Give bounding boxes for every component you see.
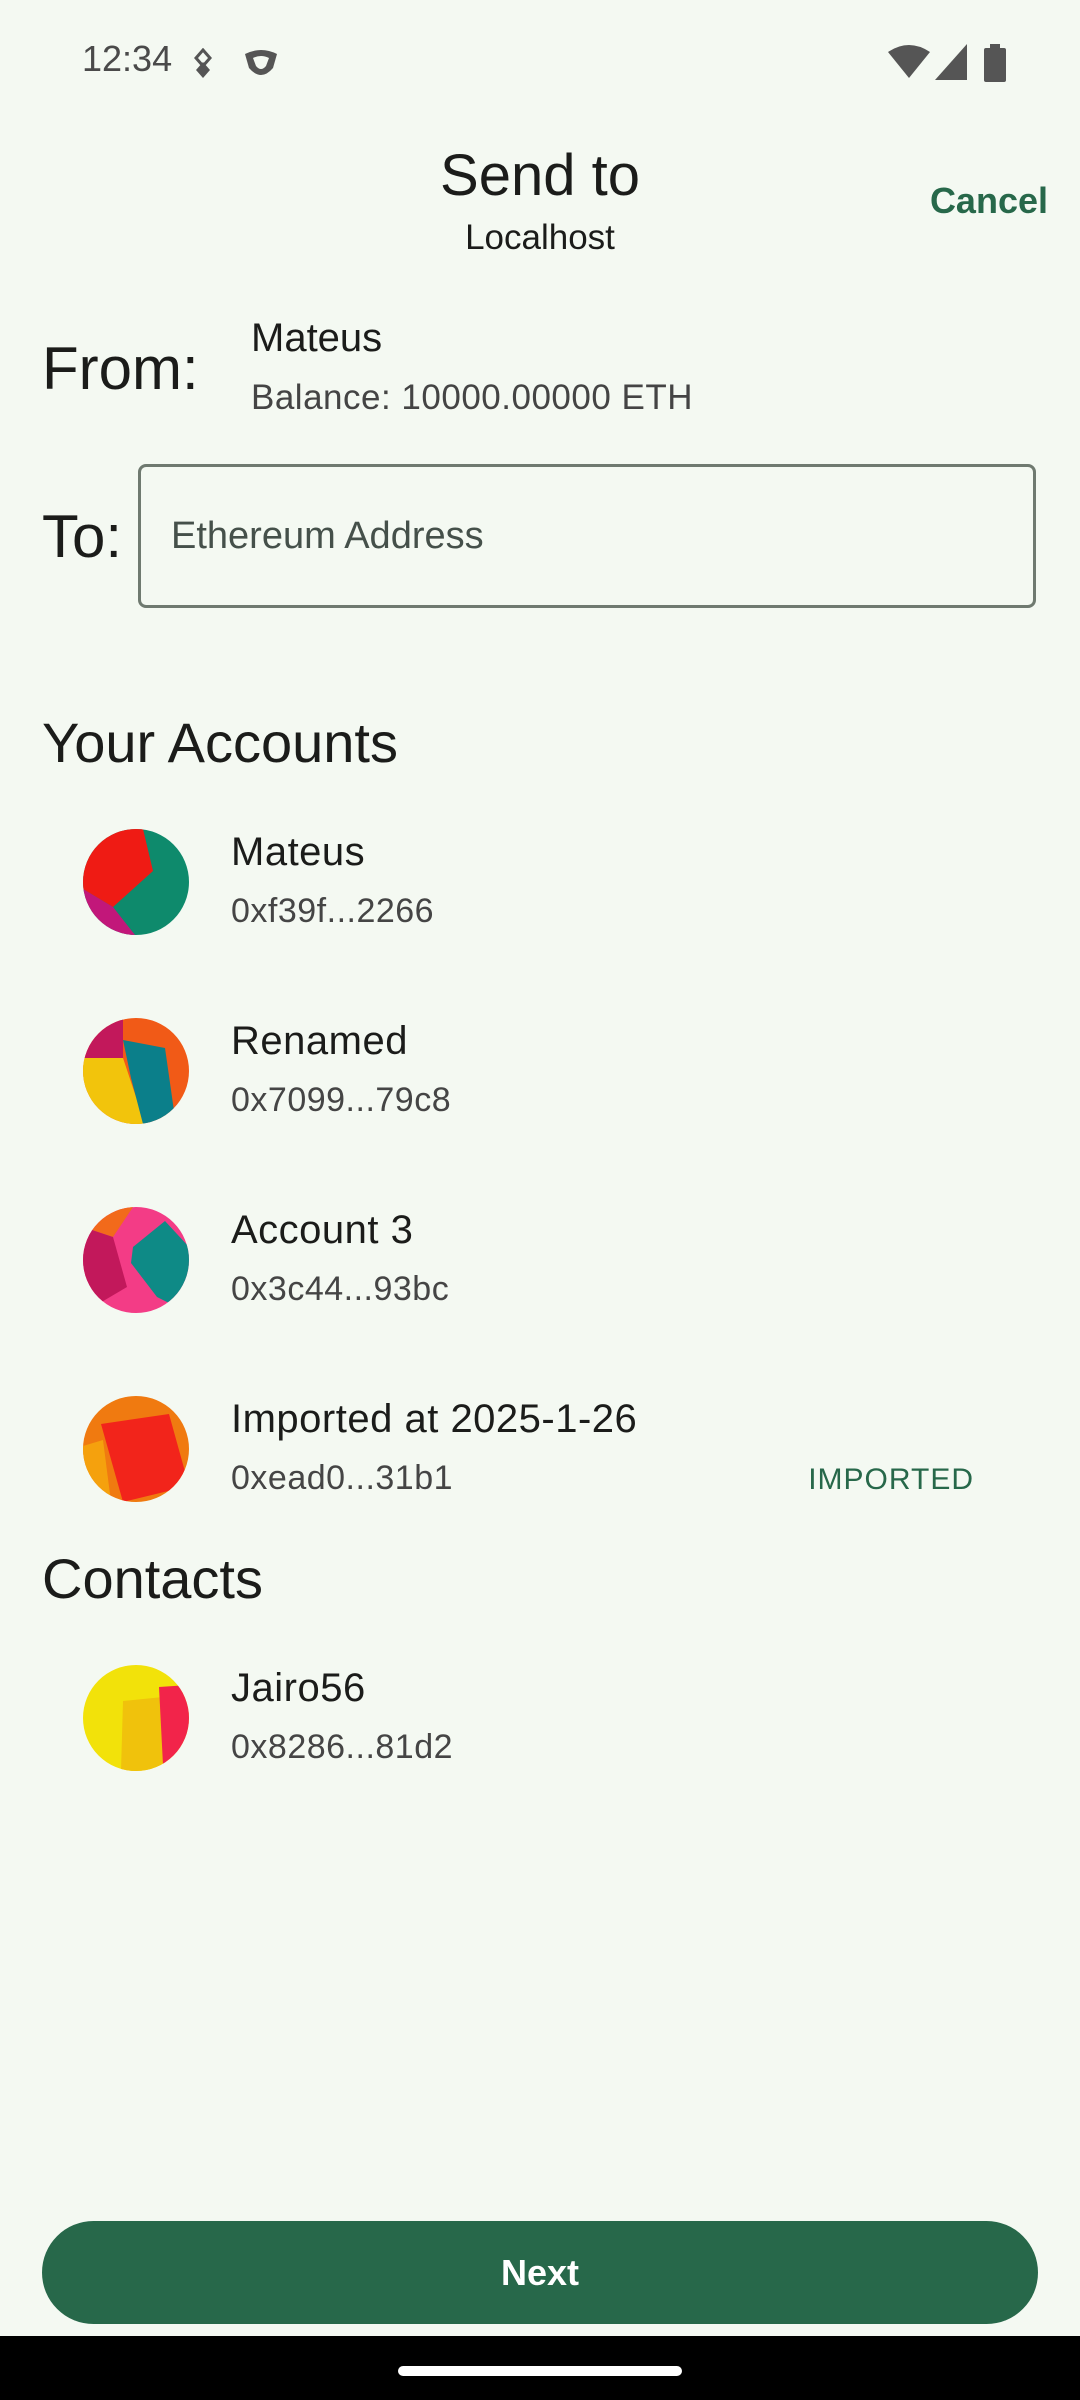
from-label: From:: [42, 335, 199, 402]
account-row[interactable]: Mateus 0xf39f...2266: [0, 800, 1080, 970]
from-account-name: Mateus: [251, 316, 383, 360]
contact-address: 0x8286...81d2: [231, 1728, 454, 1766]
account-avatar-icon: [83, 829, 189, 935]
account-name: Imported at 2025-1-26: [231, 1397, 638, 1441]
battery-icon: [984, 44, 1006, 82]
account-address: 0x7099...79c8: [231, 1081, 452, 1119]
account-name: Renamed: [231, 1019, 408, 1063]
account-address: 0xead0...31b1: [231, 1459, 454, 1497]
page-title: Send to: [440, 143, 640, 208]
address-input[interactable]: [138, 464, 1036, 608]
contact-name: Jairo56: [231, 1666, 366, 1710]
account-row[interactable]: Imported at 2025-1-26 0xead0...31b1 IMPO…: [0, 1367, 1080, 1537]
next-button[interactable]: Next: [42, 2221, 1038, 2324]
imported-badge: IMPORTED: [808, 1463, 974, 1496]
account-row[interactable]: Renamed 0x7099...79c8: [0, 989, 1080, 1159]
status-time: 12:34: [82, 38, 173, 79]
cancel-button[interactable]: Cancel: [930, 180, 1048, 222]
account-name: Mateus: [231, 830, 366, 874]
account-avatar-icon: [83, 1018, 189, 1124]
vpn-icon: [245, 50, 277, 75]
wifi-icon: [888, 45, 930, 78]
account-avatar-icon: [83, 1207, 189, 1313]
from-balance: Balance: 10000.00000 ETH: [251, 378, 694, 417]
account-name: Account 3: [231, 1208, 414, 1252]
notification-icon: [194, 48, 212, 78]
accounts-section-title: Your Accounts: [42, 711, 398, 774]
account-row[interactable]: Account 3 0x3c44...93bc: [0, 1178, 1080, 1348]
network-subtitle: Localhost: [465, 218, 615, 257]
contact-row[interactable]: Jairo56 0x8286...81d2: [0, 1636, 1080, 1806]
home-gesture-handle[interactable]: [398, 2366, 682, 2376]
account-avatar-icon: [83, 1396, 189, 1502]
to-label: To:: [42, 503, 123, 570]
contact-avatar-icon: [83, 1665, 189, 1771]
account-address: 0xf39f...2266: [231, 892, 435, 930]
contacts-section-title: Contacts: [42, 1547, 263, 1610]
account-address: 0x3c44...93bc: [231, 1270, 450, 1308]
signal-icon: [935, 44, 967, 80]
